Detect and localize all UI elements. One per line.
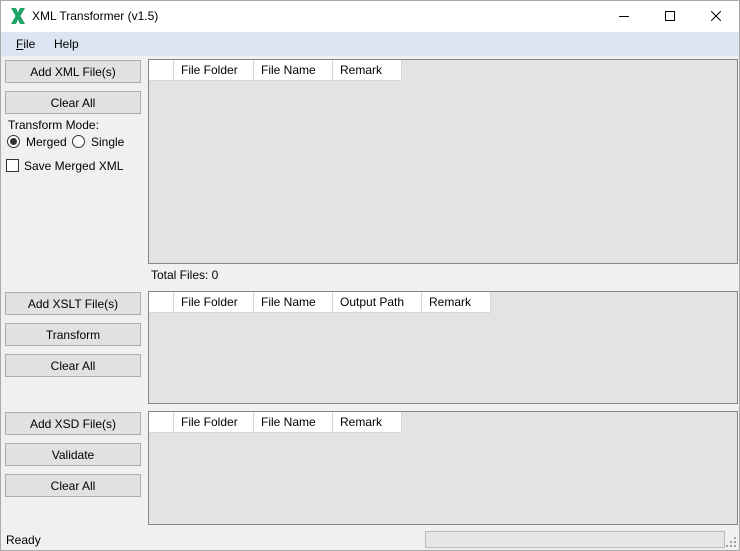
xslt-grid-row-header-column[interactable] bbox=[149, 292, 174, 313]
add-xsd-files-button[interactable]: Add XSD File(s) bbox=[5, 412, 141, 435]
maximize-button[interactable] bbox=[647, 1, 693, 31]
close-icon bbox=[711, 11, 721, 21]
size-grip-icon[interactable] bbox=[726, 537, 736, 547]
save-merged-xml-label[interactable]: Save Merged XML bbox=[24, 159, 123, 173]
add-xml-files-button[interactable]: Add XML File(s) bbox=[5, 60, 141, 83]
xsd-grid-col-file-folder[interactable]: File Folder bbox=[174, 412, 254, 433]
close-button[interactable] bbox=[693, 1, 739, 31]
xml-grid-col-file-folder[interactable]: File Folder bbox=[174, 60, 254, 81]
progress-bar bbox=[425, 531, 725, 548]
minimize-icon bbox=[619, 16, 629, 17]
xsd-grid-header: File Folder File Name Remark bbox=[149, 412, 402, 433]
window-title: XML Transformer (v1.5) bbox=[32, 9, 159, 23]
transform-button[interactable]: Transform bbox=[5, 323, 141, 346]
status-text: Ready bbox=[6, 533, 41, 547]
xsd-files-grid[interactable]: File Folder File Name Remark bbox=[148, 411, 738, 525]
menu-file[interactable]: File bbox=[16, 37, 35, 51]
xslt-grid-col-file-name[interactable]: File Name bbox=[254, 292, 333, 313]
xsd-grid-row-header-column[interactable] bbox=[149, 412, 174, 433]
xslt-grid-header: File Folder File Name Output Path Remark bbox=[149, 292, 491, 313]
app-x-icon bbox=[11, 8, 25, 24]
xsd-grid-col-file-name[interactable]: File Name bbox=[254, 412, 333, 433]
xslt-grid-col-output-path[interactable]: Output Path bbox=[333, 292, 422, 313]
xsd-grid-col-remark[interactable]: Remark bbox=[333, 412, 402, 433]
xml-grid-col-remark[interactable]: Remark bbox=[333, 60, 402, 81]
maximize-icon bbox=[665, 11, 675, 21]
menu-help[interactable]: Help bbox=[54, 37, 79, 51]
xml-grid-col-file-name[interactable]: File Name bbox=[254, 60, 333, 81]
single-radio[interactable] bbox=[72, 135, 85, 148]
xslt-files-grid[interactable]: File Folder File Name Output Path Remark bbox=[148, 291, 738, 404]
xml-files-grid[interactable]: File Folder File Name Remark bbox=[148, 59, 738, 264]
clear-all-xsd-button[interactable]: Clear All bbox=[5, 474, 141, 497]
total-files-label: Total Files: 0 bbox=[151, 268, 219, 282]
merged-radio[interactable] bbox=[7, 135, 20, 148]
validate-button[interactable]: Validate bbox=[5, 443, 141, 466]
xslt-grid-col-remark[interactable]: Remark bbox=[422, 292, 491, 313]
single-radio-label[interactable]: Single bbox=[91, 135, 124, 149]
app-window: XML Transformer (v1.5) File Help Add XML… bbox=[0, 0, 740, 551]
transform-mode-label: Transform Mode: bbox=[8, 118, 99, 132]
menu-bar: File Help bbox=[1, 32, 739, 56]
title-bar[interactable]: XML Transformer (v1.5) bbox=[1, 1, 739, 32]
xslt-grid-col-file-folder[interactable]: File Folder bbox=[174, 292, 254, 313]
clear-all-xslt-button[interactable]: Clear All bbox=[5, 354, 141, 377]
save-merged-xml-checkbox[interactable] bbox=[6, 159, 19, 172]
clear-all-xml-button[interactable]: Clear All bbox=[5, 91, 141, 114]
minimize-button[interactable] bbox=[601, 1, 647, 31]
xml-grid-row-header-column[interactable] bbox=[149, 60, 174, 81]
merged-radio-label[interactable]: Merged bbox=[26, 135, 67, 149]
add-xslt-files-button[interactable]: Add XSLT File(s) bbox=[5, 292, 141, 315]
menu-file-label: ile bbox=[23, 37, 36, 51]
xml-grid-header: File Folder File Name Remark bbox=[149, 60, 402, 81]
